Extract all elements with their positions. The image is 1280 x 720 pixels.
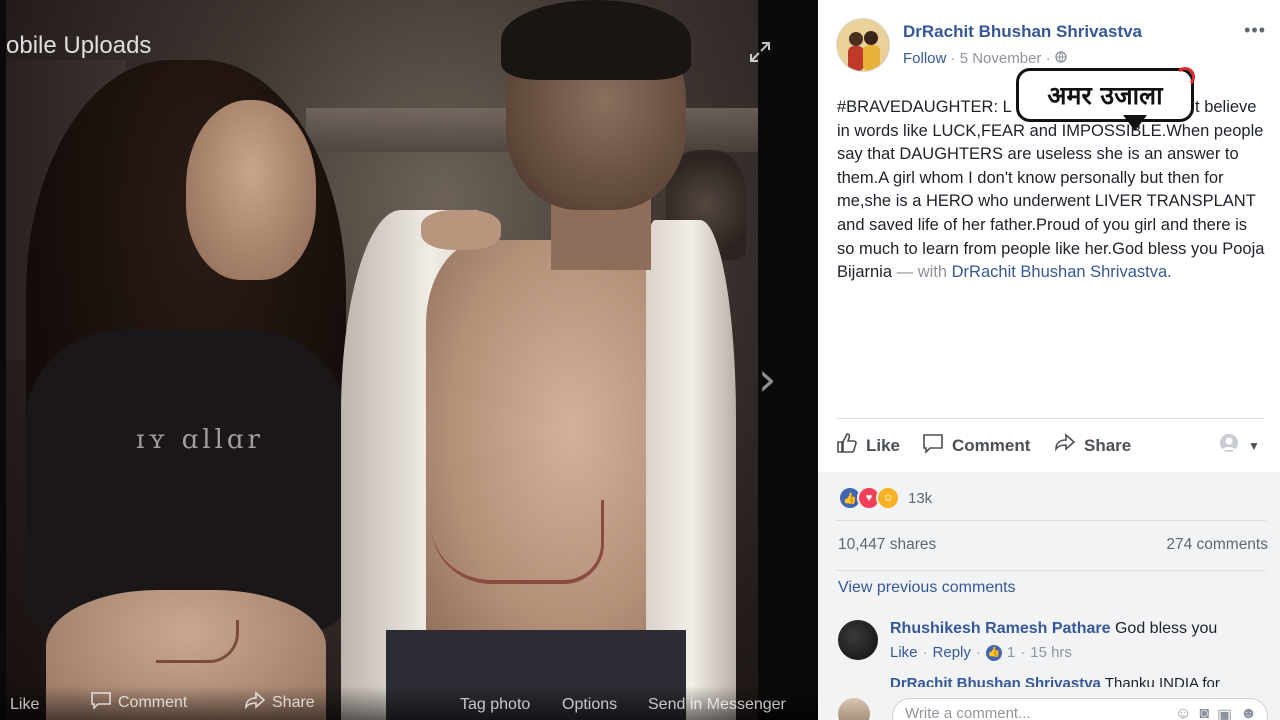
more-options-icon[interactable]: ••• bbox=[1244, 20, 1266, 41]
share-icon bbox=[244, 691, 266, 714]
comment-composer: Write a comment... ☺ ◙ ▣ ☻ bbox=[838, 698, 1268, 720]
photo-girl-shirt bbox=[26, 330, 346, 630]
view-previous-comments-link[interactable]: View previous comments bbox=[838, 579, 1016, 597]
comment-label: Comment bbox=[952, 435, 1031, 455]
commenter-name[interactable]: Rhushikesh Ramesh Pathare bbox=[890, 620, 1111, 637]
comment-button[interactable]: Comment bbox=[922, 432, 1030, 459]
sticker-icon[interactable]: ☻ bbox=[1240, 705, 1257, 720]
photo-man-scar bbox=[431, 500, 604, 584]
photo-girl-hand bbox=[421, 210, 501, 250]
composer-icons: ☺ ◙ ▣ ☻ bbox=[1175, 705, 1257, 720]
author-name[interactable]: DrRachit Bhushan Shrivastva bbox=[903, 22, 1142, 42]
engagement-section: 👍 ♥ ☺ 13k 10,447 shares 274 comments Vie… bbox=[818, 472, 1280, 720]
comment-like-link[interactable]: Like bbox=[890, 644, 918, 661]
reactions-summary[interactable]: 👍 ♥ ☺ 13k bbox=[838, 486, 932, 510]
album-label[interactable]: obile Uploads bbox=[6, 32, 151, 60]
tag-photo-label: Tag photo bbox=[460, 696, 531, 713]
post-photo[interactable]: ɪʏ ɑllɑr bbox=[6, 0, 758, 720]
send-messenger-button[interactable]: Send in Messenger bbox=[648, 696, 786, 714]
photo-share-button[interactable]: Share bbox=[244, 691, 315, 714]
photo-shirt-logo: ɪʏ ɑllɑr bbox=[136, 425, 264, 455]
post-meta: Follow · 5 November · bbox=[903, 50, 1067, 67]
like-button[interactable]: Like bbox=[836, 432, 900, 459]
comment-meta: Like · Reply · 👍 1 · 15 hrs bbox=[890, 644, 1072, 661]
amar-ujala-logo-text: अमर उजाला bbox=[1047, 81, 1163, 110]
post-with-text: — with bbox=[892, 263, 952, 282]
photo-action-bar: Like Comment Share Tag photo Options Sen… bbox=[0, 686, 818, 720]
send-messenger-label: Send in Messenger bbox=[648, 696, 786, 713]
amar-ujala-logo: अमर उजाला bbox=[1016, 67, 1195, 131]
comment-body-2: Thanku INDIA for bbox=[1104, 675, 1220, 687]
post-body-text: #BRAVEDAUGHTER: L LIFE HEROES who don't … bbox=[837, 98, 1265, 282]
comment-text: Rhushikesh Ramesh Pathare God bless you bbox=[890, 620, 1217, 638]
next-photo-icon[interactable]: › bbox=[758, 352, 776, 406]
post-action-bar: Like Comment Share ▼ bbox=[836, 430, 1266, 460]
photo-like-label: Like bbox=[10, 696, 40, 713]
reaction-selector[interactable]: ▼ bbox=[1218, 432, 1260, 459]
comment-bubble-icon bbox=[922, 432, 944, 459]
share-button[interactable]: Share bbox=[1054, 432, 1131, 459]
post-divider bbox=[836, 418, 1264, 419]
comment-item-partial: DrRachit Bhushan Shrivastva Thanku INDIA… bbox=[890, 675, 1260, 687]
comment-body: God bless you bbox=[1114, 620, 1218, 637]
photo-like-button[interactable]: Like bbox=[10, 696, 39, 714]
tag-photo-button[interactable]: Tag photo bbox=[460, 696, 530, 714]
current-user-avatar bbox=[838, 698, 870, 720]
commenter-name-2[interactable]: DrRachit Bhushan Shrivastva bbox=[890, 675, 1101, 687]
photo-share-label: Share bbox=[272, 693, 315, 711]
follow-link[interactable]: Follow bbox=[903, 50, 946, 67]
camera-icon[interactable]: ◙ bbox=[1199, 705, 1209, 720]
thumbs-up-icon bbox=[836, 432, 858, 459]
expand-icon[interactable] bbox=[748, 40, 772, 71]
commenter-avatar[interactable] bbox=[838, 620, 878, 660]
globe-icon bbox=[1055, 50, 1067, 67]
chevron-down-icon: ▼ bbox=[1248, 438, 1260, 453]
photo-man-hair bbox=[501, 0, 691, 80]
reaction-count: 13k bbox=[908, 489, 933, 507]
post-date[interactable]: 5 November bbox=[960, 50, 1042, 67]
emoji-icon[interactable]: ☺ bbox=[1175, 705, 1191, 720]
comment-item: Rhushikesh Ramesh Pathare God bless you … bbox=[838, 618, 1268, 668]
photo-comment-label: Comment bbox=[118, 693, 188, 711]
comment-like-icon: 👍 bbox=[985, 644, 1002, 661]
shares-count[interactable]: 10,447 shares bbox=[838, 536, 936, 554]
tagged-user-link[interactable]: DrRachit Bhushan Shrivastva. bbox=[952, 263, 1172, 281]
reaction-avatar-icon bbox=[1218, 432, 1240, 459]
engagement-divider bbox=[836, 520, 1266, 521]
share-arrow-icon bbox=[1054, 432, 1076, 459]
photo-girl-scar bbox=[156, 620, 239, 663]
comment-input[interactable]: Write a comment... ☺ ◙ ▣ ☻ bbox=[892, 698, 1268, 720]
wow-reaction-icon: ☺ bbox=[876, 486, 900, 510]
comment-like-count: 1 bbox=[1006, 644, 1016, 661]
comment-reply-link[interactable]: Reply bbox=[933, 644, 971, 661]
comment-icon bbox=[90, 691, 112, 714]
share-label: Share bbox=[1084, 435, 1132, 455]
post-body: #BRAVEDAUGHTER: L LIFE HEROES who don't … bbox=[837, 96, 1265, 285]
author-avatar[interactable] bbox=[836, 18, 890, 72]
photo-comment-button[interactable]: Comment bbox=[90, 691, 187, 714]
comment-input-placeholder: Write a comment... bbox=[905, 705, 1031, 720]
photo-viewer: ɪʏ ɑllɑr obile Uploads › Like Comment Sh… bbox=[0, 0, 818, 720]
like-label: Like bbox=[866, 435, 901, 455]
options-label: Options bbox=[562, 696, 618, 713]
photo-girl-face bbox=[186, 100, 316, 280]
engagement-divider-2 bbox=[836, 570, 1266, 571]
logo-signal-icon bbox=[1175, 67, 1195, 87]
gif-icon[interactable]: ▣ bbox=[1217, 705, 1232, 720]
options-button[interactable]: Options bbox=[562, 696, 617, 714]
comment-time[interactable]: 15 hrs bbox=[1030, 644, 1072, 661]
comments-count[interactable]: 274 comments bbox=[1166, 536, 1268, 554]
